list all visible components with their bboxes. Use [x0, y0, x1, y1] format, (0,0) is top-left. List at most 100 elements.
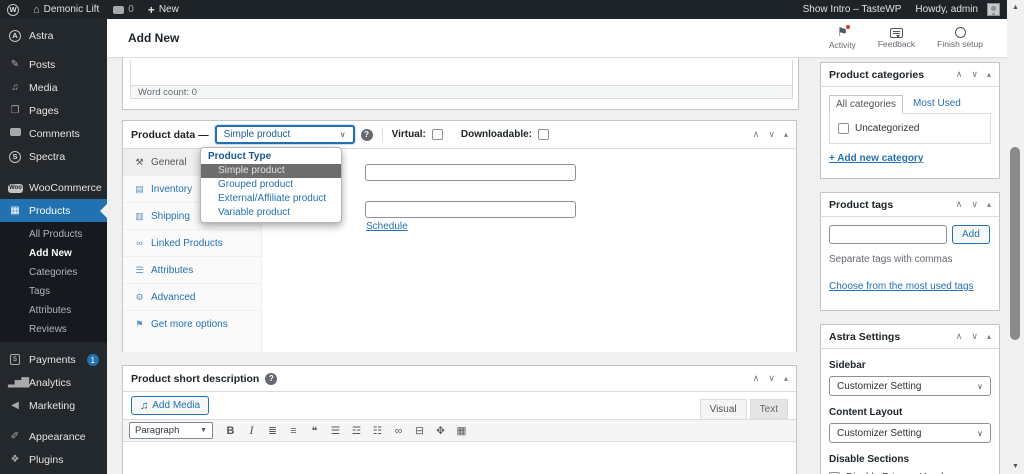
product-type-dropdown: Product Type Simple product Grouped prod…: [200, 147, 342, 223]
collapse-toggle[interactable]: ▴: [987, 70, 991, 79]
tab-advanced[interactable]: ⚙ Advanced: [123, 284, 261, 311]
sidebar-item-spectra[interactable]: S Spectra: [0, 145, 107, 168]
text-tab[interactable]: Text: [749, 399, 788, 419]
sidebar-item-marketing[interactable]: ◀ Marketing: [0, 394, 107, 417]
move-up-button[interactable]: ∧: [956, 332, 963, 341]
collapse-toggle[interactable]: ▴: [987, 332, 991, 341]
blockquote-button[interactable]: ❝: [305, 422, 324, 439]
dropdown-group-label: Product Type: [208, 151, 272, 162]
add-media-button[interactable]: ♫ Add Media: [131, 396, 210, 415]
align-center-button[interactable]: ☲: [347, 422, 366, 439]
sidebar-item-media[interactable]: ♫ Media: [0, 76, 107, 99]
numbered-list-button[interactable]: ≡: [284, 422, 303, 439]
sidebar-item-woocommerce[interactable]: Woo WooCommerce: [0, 176, 107, 199]
add-tag-button[interactable]: Add: [952, 225, 990, 244]
plus-icon: +: [147, 2, 155, 17]
choose-most-used-tags-link[interactable]: Choose from the most used tags: [829, 281, 974, 292]
submenu-item-tags[interactable]: Tags: [0, 282, 107, 301]
most-used-tab[interactable]: Most Used: [913, 98, 961, 113]
sale-price-input[interactable]: [365, 201, 576, 218]
sidebar-item-analytics[interactable]: ▂▅▇ Analytics: [0, 371, 107, 394]
visual-tab[interactable]: Visual: [699, 399, 747, 419]
media-icon: ♫: [140, 399, 149, 412]
virtual-checkbox[interactable]: [431, 129, 443, 140]
option-variable-product[interactable]: Variable product: [201, 206, 341, 220]
activity-button[interactable]: ⚑ Activity: [829, 25, 856, 50]
submenu-item-reviews[interactable]: Reviews: [0, 320, 107, 339]
submenu-item-add-new[interactable]: Add New: [0, 244, 107, 263]
tab-get-more-options[interactable]: ⚑ Get more options: [123, 311, 261, 338]
regular-price-input[interactable]: [365, 164, 576, 181]
finish-setup-button[interactable]: Finish setup: [937, 26, 983, 50]
new-label: New: [158, 4, 179, 15]
submenu-item-all-products[interactable]: All Products: [0, 225, 107, 244]
wp-logo-menu[interactable]: W: [0, 0, 26, 19]
howdy-admin-menu[interactable]: Howdy, admin: [908, 3, 1007, 16]
paragraph-format-select[interactable]: Paragraph ▼: [129, 422, 213, 439]
product-type-select[interactable]: Simple product ∨: [214, 125, 355, 144]
collapse-toggle[interactable]: ▴: [987, 200, 991, 209]
move-down-button[interactable]: ∨: [768, 374, 775, 383]
sidebar-item-comments[interactable]: Comments: [0, 122, 107, 145]
collapse-toggle[interactable]: ▴: [784, 374, 788, 383]
insert-link-button[interactable]: ∞: [389, 422, 408, 439]
description-editor-area[interactable]: Word count: 0: [130, 60, 793, 99]
new-tag-input[interactable]: [829, 225, 947, 244]
schedule-link[interactable]: Schedule: [366, 221, 408, 232]
page-scrollbar[interactable]: ▲ ▼: [1007, 0, 1024, 474]
submenu-item-attributes[interactable]: Attributes: [0, 301, 107, 320]
move-down-button[interactable]: ∨: [971, 200, 978, 209]
sidebar-item-products[interactable]: ▦ Products: [0, 199, 107, 222]
move-up-button[interactable]: ∧: [956, 200, 963, 209]
tab-attributes[interactable]: ☰ Attributes: [123, 257, 261, 284]
bold-button[interactable]: B: [221, 422, 240, 439]
more-tag-button[interactable]: ⊟: [410, 422, 429, 439]
short-description-editor-area[interactable]: [123, 442, 796, 474]
comments-shortcut[interactable]: 0: [106, 0, 141, 19]
short-description-help-icon[interactable]: ?: [265, 372, 278, 385]
move-up-button[interactable]: ∧: [753, 130, 760, 139]
toolbar-toggle-button[interactable]: ▦: [452, 422, 471, 439]
sidebar-item-payments[interactable]: $ Payments 1: [0, 348, 107, 371]
align-right-button[interactable]: ☷: [368, 422, 387, 439]
sidebar-item-pages[interactable]: ❐ Pages: [0, 99, 107, 122]
sidebar-item-astra[interactable]: A Astra: [0, 24, 107, 47]
italic-button[interactable]: I: [242, 422, 261, 439]
option-grouped-product[interactable]: Grouped product: [201, 178, 341, 192]
notification-dot: [845, 25, 850, 29]
downloadable-checkbox[interactable]: [538, 129, 549, 140]
option-simple-product[interactable]: Simple product: [201, 164, 341, 178]
product-type-help-icon[interactable]: ?: [360, 128, 373, 141]
content-layout-select[interactable]: Customizer Setting ∨: [829, 423, 991, 443]
bulleted-list-button[interactable]: ≣: [263, 422, 282, 439]
uncategorized-checkbox[interactable]: [838, 123, 849, 134]
tab-linked-products[interactable]: ∞ Linked Products: [123, 230, 261, 257]
move-down-button[interactable]: ∨: [971, 332, 978, 341]
sidebar-item-label: Analytics: [29, 376, 72, 389]
move-up-button[interactable]: ∧: [956, 70, 963, 79]
sidebar-item-label: Spectra: [29, 150, 66, 163]
move-down-button[interactable]: ∨: [768, 130, 775, 139]
sidebar-item-plugins[interactable]: ❖ Plugins: [0, 448, 107, 471]
site-name-link[interactable]: ⌂ Demonic Lift: [26, 0, 106, 19]
sidebar-setting-select[interactable]: Customizer Setting ∨: [829, 376, 991, 396]
all-categories-tab[interactable]: All categories: [829, 95, 904, 114]
sidebar-item-posts[interactable]: ✎ Posts: [0, 53, 107, 76]
new-content-menu[interactable]: + New: [141, 0, 186, 19]
scroll-up-arrow[interactable]: ▲: [1007, 0, 1024, 15]
fullscreen-button[interactable]: ✥: [431, 422, 450, 439]
feedback-button[interactable]: Feedback: [878, 26, 915, 50]
payments-icon: $: [8, 353, 22, 366]
submenu-item-categories[interactable]: Categories: [0, 263, 107, 282]
move-up-button[interactable]: ∧: [753, 374, 760, 383]
add-new-category-link[interactable]: + Add new category: [829, 153, 923, 164]
align-left-button[interactable]: ☰: [326, 422, 345, 439]
scrollbar-thumb[interactable]: [1010, 147, 1020, 340]
move-down-button[interactable]: ∨: [971, 70, 978, 79]
option-external-affiliate-product[interactable]: External/Affiliate product: [201, 192, 341, 206]
show-intro-link[interactable]: Show Intro – TasteWP: [796, 4, 909, 15]
scroll-down-arrow[interactable]: ▼: [1007, 459, 1024, 474]
sidebar-item-label: Comments: [29, 127, 80, 140]
sidebar-item-appearance[interactable]: ✐ Appearance: [0, 425, 107, 448]
collapse-toggle[interactable]: ▴: [784, 130, 788, 139]
